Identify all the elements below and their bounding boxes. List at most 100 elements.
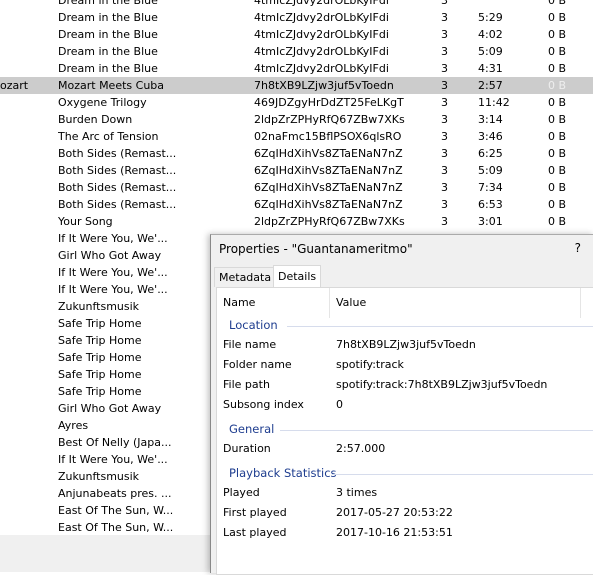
property-name: Duration: [223, 442, 271, 455]
track-id-cell: 4tmIcZJdvy2drOLbKyIFdi: [254, 28, 389, 41]
playlist-row[interactable]: Both Sides (Remast... 6ZqIHdXihVs8ZTaENaN…: [0, 162, 593, 179]
file-size-cell: 0 B: [548, 147, 567, 160]
file-size-cell: 0 B: [548, 215, 567, 228]
title-cell: Zukunftsmusik: [58, 300, 140, 313]
playlist-row[interactable]: Dream in the Blue 4tmIcZJdvy2drOLbKyIFdi 3…: [0, 26, 593, 43]
title-cell: If It Were You, We'...: [58, 283, 168, 296]
property-name: File path: [223, 378, 270, 391]
playlist-row[interactable]: Both Sides (Remast... 6ZqIHdXihVs8ZTaENaN…: [0, 196, 593, 213]
track-id-cell: 02naFmc15BflPSOX6qlsRO: [254, 130, 402, 143]
track-id-cell: 6ZqIHdXihVs8ZTaENaN7nZ: [254, 147, 403, 160]
play-count-cell: 3: [441, 215, 448, 228]
play-count-cell: 3: [441, 0, 448, 7]
column-separator[interactable]: [329, 288, 330, 318]
playlist-row[interactable]: Oxygene Trilogy 469JDZgyHrDdZT25FeLKgT 3 11…: [0, 94, 593, 111]
track-id-cell: 6ZqIHdXihVs8ZTaENaN7nZ: [254, 164, 403, 177]
title-cell: East Of The Sun, W...: [58, 521, 174, 534]
title-cell: East Of The Sun, W...: [58, 504, 174, 517]
title-cell: Best Of Nelly (Japa...: [58, 436, 172, 449]
duration-cell: 5:09: [478, 164, 503, 177]
tab-metadata[interactable]: Metadata: [214, 267, 277, 287]
title-cell: Your Song: [58, 215, 113, 228]
track-id-cell: 4tmIcZJdvy2drOLbKyIFdi: [254, 62, 389, 75]
property-value[interactable]: spotify:track: [336, 358, 404, 371]
property-value[interactable]: 7h8tXB9LZjw3juf5vToedn: [336, 338, 476, 351]
dialog-title: Properties - "Guantanameritmo": [219, 242, 413, 256]
title-cell: Dream in the Blue: [58, 62, 158, 75]
title-cell: Dream in the Blue: [58, 28, 158, 41]
play-count-cell: 3: [441, 28, 448, 41]
property-value[interactable]: spotify:track:7h8tXB9LZjw3juf5vToedn: [336, 378, 547, 391]
track-id-cell: 469JDZgyHrDdZT25FeLKgT: [254, 96, 404, 109]
duration-cell: 4:31: [478, 62, 503, 75]
property-value[interactable]: 2017-05-27 20:53:22: [336, 506, 453, 519]
column-separator[interactable]: [580, 288, 581, 318]
track-id-cell: 4tmIcZJdvy2drOLbKyIFdi: [254, 0, 389, 7]
duration-cell: 4:02: [478, 28, 503, 41]
column-header-value[interactable]: Value: [336, 293, 366, 313]
duration-cell: 5:09: [478, 45, 503, 58]
property-name: Played: [223, 486, 260, 499]
property-name: First played: [223, 506, 287, 519]
title-cell: Both Sides (Remast...: [58, 147, 176, 160]
play-count-cell: 3: [441, 79, 448, 92]
playlist-row[interactable]: Dream in the Blue 4tmIcZJdvy2drOLbKyIFdi 3…: [0, 43, 593, 60]
title-cell: Girl Who Got Away: [58, 249, 162, 262]
details-panel: Name Value Location File name 7h8tXB9LZjw3…: [216, 287, 593, 575]
artist-cell: ozart: [0, 79, 29, 92]
title-cell: Oxygene Trilogy: [58, 96, 147, 109]
duration-cell: 2:57: [478, 79, 503, 92]
property-name: Last played: [223, 526, 287, 539]
tab-details[interactable]: Details: [273, 265, 322, 287]
playlist-row[interactable]: Dream in the Blue 4tmIcZJdvy2drOLbKyIFdi 3…: [0, 0, 593, 9]
group-divider: [287, 326, 593, 327]
property-name: File name: [223, 338, 277, 351]
track-id-cell: 7h8tXB9LZjw3juf5vToedn: [254, 79, 394, 92]
title-cell: Safe Trip Home: [58, 385, 142, 398]
duration-cell: 11:42: [478, 96, 510, 109]
group-header-general: General: [229, 422, 275, 436]
property-value[interactable]: 2017-10-16 21:53:51: [336, 526, 453, 539]
title-cell: Both Sides (Remast...: [58, 164, 176, 177]
title-cell: Safe Trip Home: [58, 351, 142, 364]
help-button[interactable]: ?: [575, 241, 581, 255]
group-divider: [280, 430, 593, 431]
playlist-row[interactable]: Dream in the Blue 4tmIcZJdvy2drOLbKyIFdi 3…: [0, 60, 593, 77]
playlist-row[interactable]: Both Sides (Remast... 6ZqIHdXihVs8ZTaENaN…: [0, 145, 593, 162]
file-size-cell: 0 B: [548, 45, 567, 58]
title-cell: If It Were You, We'...: [58, 266, 168, 279]
property-value[interactable]: 0: [336, 398, 343, 411]
property-value[interactable]: 2:57.000: [336, 442, 385, 455]
title-cell: Safe Trip Home: [58, 317, 142, 330]
title-cell: Safe Trip Home: [58, 368, 142, 381]
playlist-row[interactable]: Both Sides (Remast... 6ZqIHdXihVs8ZTaENaN…: [0, 179, 593, 196]
duration-cell: 3:14: [478, 113, 503, 126]
properties-dialog: Properties - "Guantanameritmo" ? Metadat…: [210, 234, 593, 575]
playlist-row[interactable]: The Arc of Tension 02naFmc15BflPSOX6qlsRO…: [0, 128, 593, 145]
play-count-cell: 3: [441, 45, 448, 58]
property-value[interactable]: 3 times: [336, 486, 377, 499]
playlist-empty-area: [0, 535, 211, 572]
playlist-row[interactable]: ozart Mozart Meets Cuba 7h8tXB9LZjw3juf5vT…: [0, 77, 593, 94]
play-count-cell: 3: [441, 147, 448, 160]
track-id-cell: 2ldpZrZPHyRfQ67ZBw7XKs: [254, 113, 405, 126]
play-count-cell: 3: [441, 11, 448, 24]
playlist-row[interactable]: Your Song 2ldpZrZPHyRfQ67ZBw7XKs 3 3:01 0 B: [0, 213, 593, 230]
group-divider: [332, 474, 593, 475]
title-cell: If It Were You, We'...: [58, 232, 168, 245]
file-size-cell: 0 B: [548, 181, 567, 194]
title-cell: Anjunabeats pres. ...: [58, 487, 172, 500]
duration-cell: 3:46: [478, 130, 503, 143]
title-cell: Ayres: [58, 419, 89, 432]
playlist-row[interactable]: Burden Down 2ldpZrZPHyRfQ67ZBw7XKs 3 3:14 0 …: [0, 111, 593, 128]
playlist-row[interactable]: Dream in the Blue 4tmIcZJdvy2drOLbKyIFdi 3…: [0, 9, 593, 26]
file-size-cell: 0 B: [548, 164, 567, 177]
duration-cell: 7:34: [478, 181, 503, 194]
group-header-playback-statistics: Playback Statistics: [229, 466, 337, 480]
track-id-cell: 4tmIcZJdvy2drOLbKyIFdi: [254, 45, 389, 58]
duration-cell: 3:01: [478, 215, 503, 228]
track-id-cell: 2ldpZrZPHyRfQ67ZBw7XKs: [254, 215, 405, 228]
file-size-cell: 0 B: [548, 62, 567, 75]
column-header-name[interactable]: Name: [223, 293, 255, 313]
play-count-cell: 3: [441, 164, 448, 177]
